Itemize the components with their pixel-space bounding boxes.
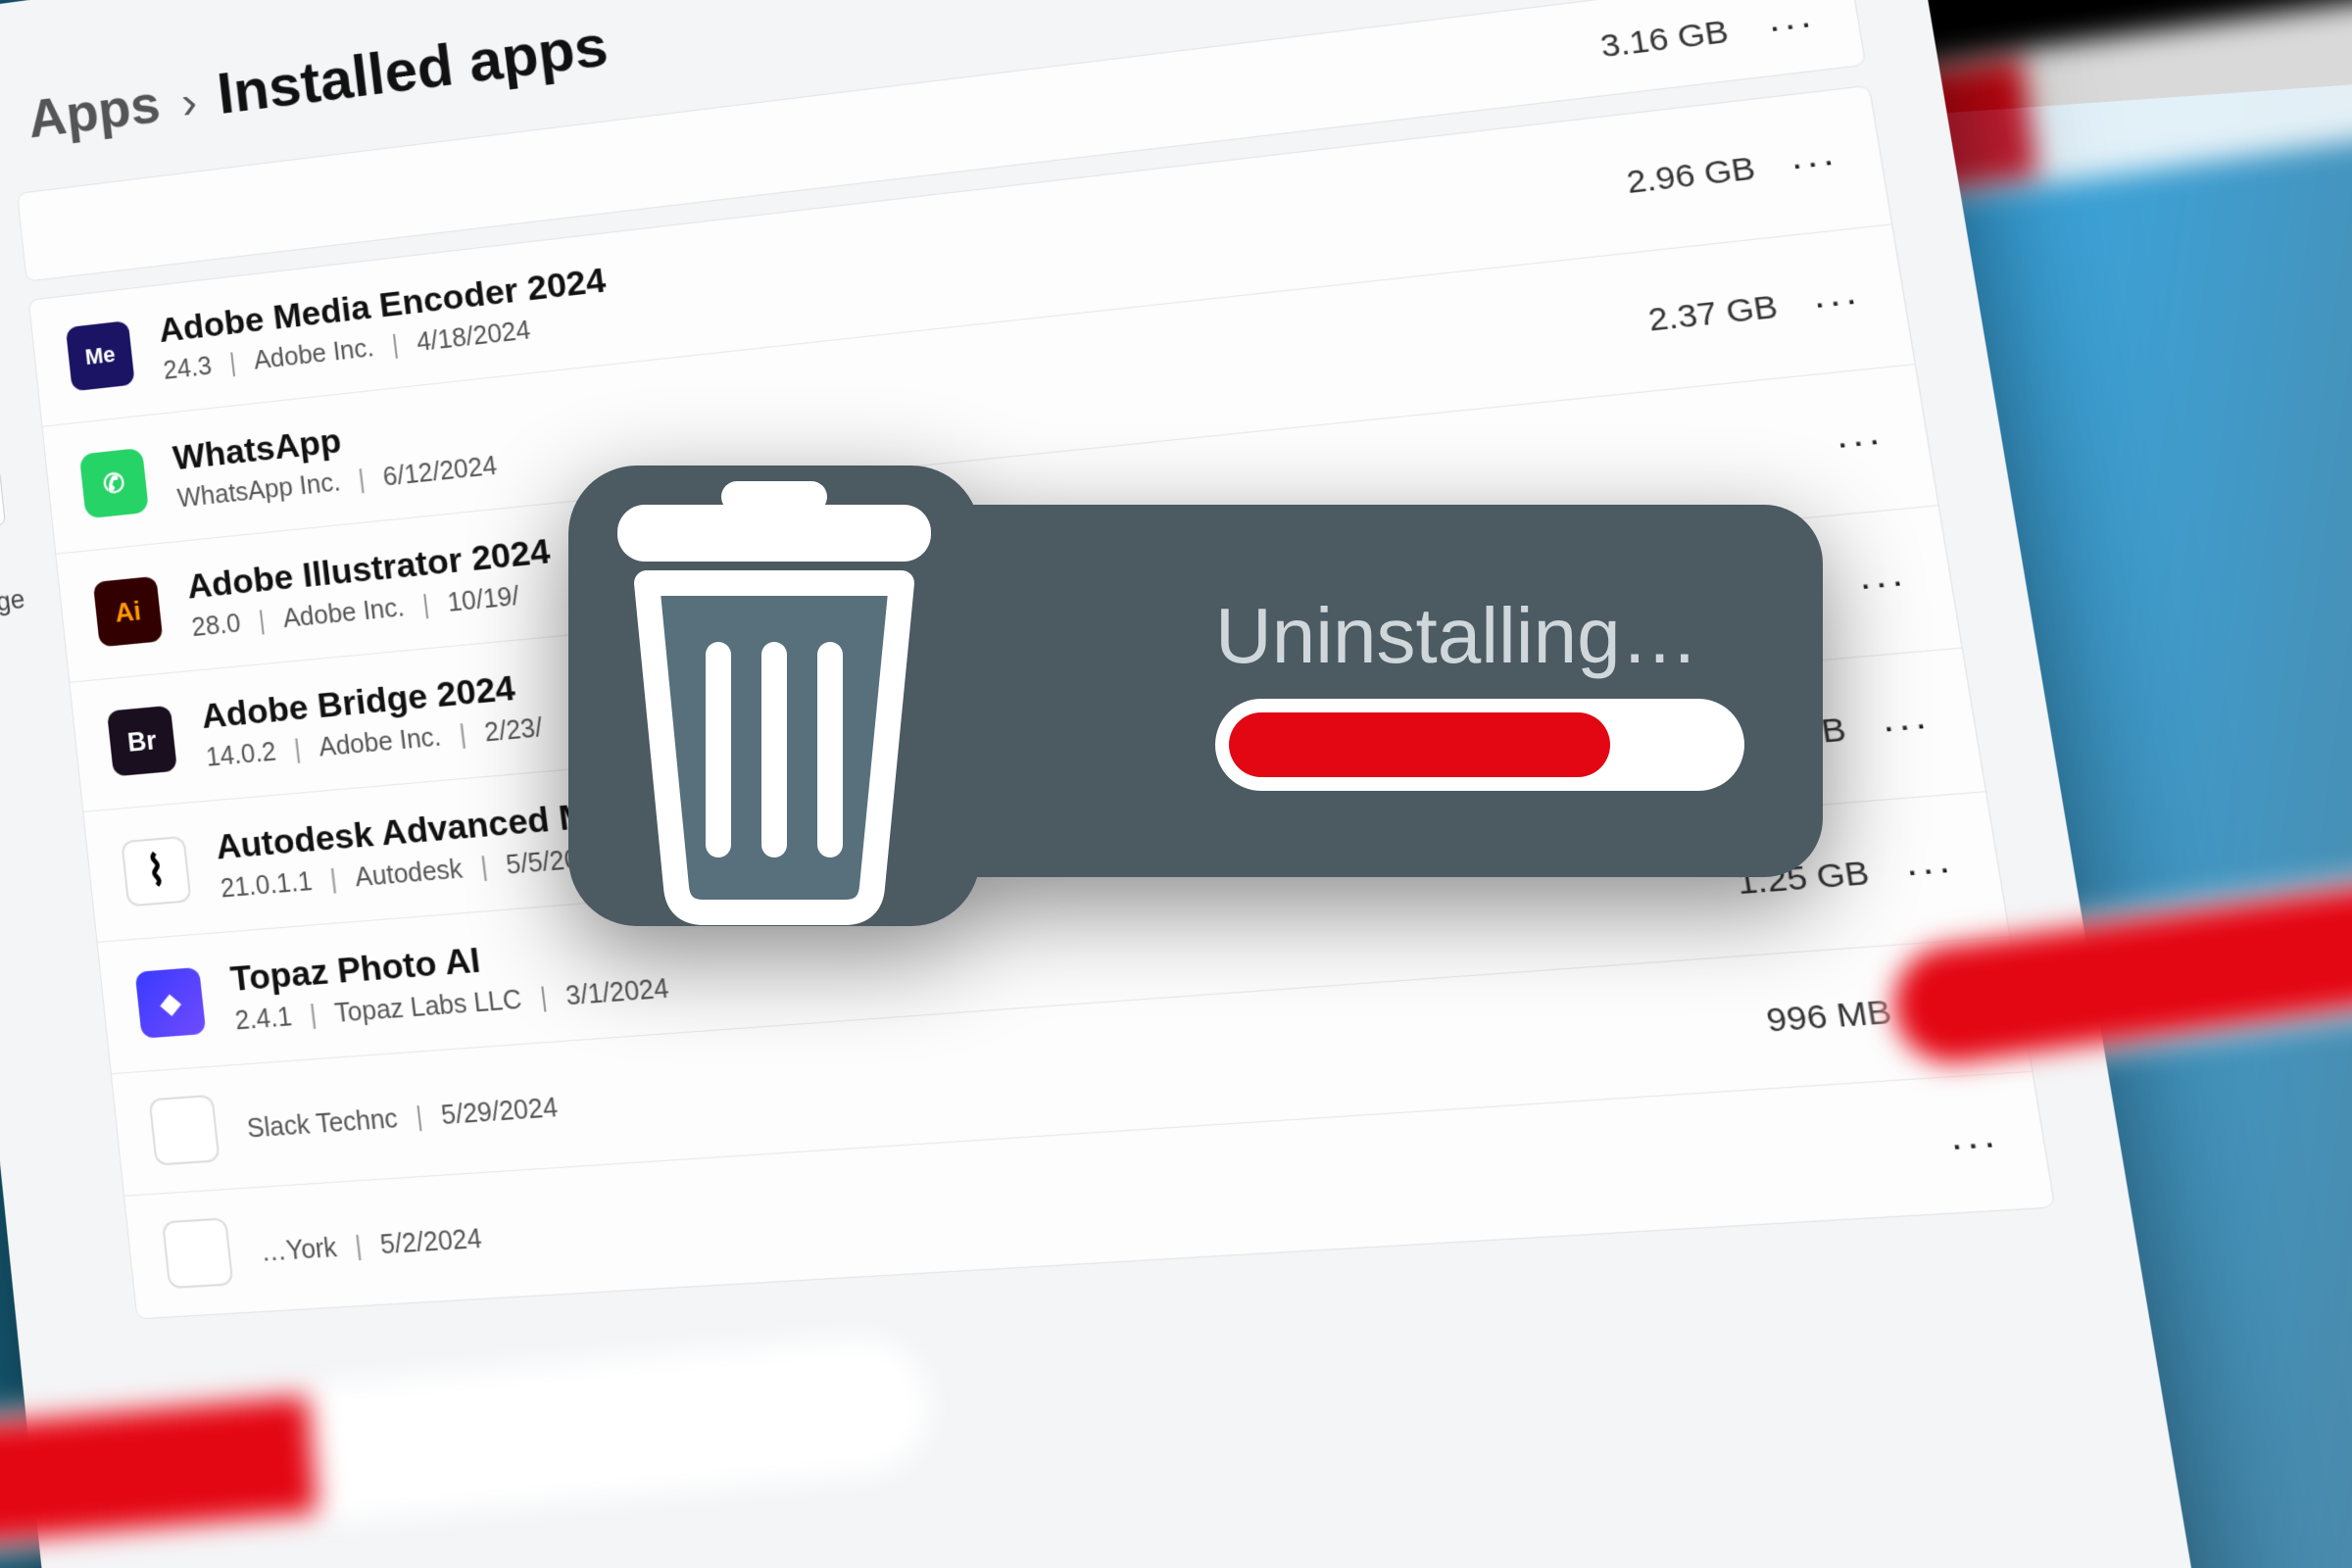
uninstall-progress-bar [1215,699,1744,791]
search-icon[interactable]: 🔍 [0,469,6,531]
app-more-options-button[interactable]: ··· [1832,417,1886,466]
chevron-right-icon: › [178,74,199,128]
app-icon [149,1095,220,1166]
app-icon: ⌇ [121,836,191,907]
app-size: 2.96 GB [1624,151,1758,202]
app-more-options-button[interactable]: ··· [1787,138,1840,186]
app-size: 2.37 GB [1645,289,1780,340]
app-more-options-button[interactable]: ··· [1901,845,1957,893]
breadcrumb-parent[interactable]: Apps [25,73,164,150]
uninstall-progress-fill [1229,712,1610,777]
app-size: 996 MB [1764,994,1894,1041]
app-more-options-button[interactable]: ··· [1878,702,1934,750]
app-icon: Br [107,706,177,777]
trash-icon [549,436,1000,946]
app-icon: Me [66,320,135,391]
more-options-button[interactable]: ··· [1764,1,1818,49]
uninstall-status-text: Uninstalling… [1215,591,1744,681]
app-icon [162,1217,234,1289]
app-more-options-button[interactable]: ··· [1809,277,1864,325]
app-icon: ✆ [79,448,149,519]
page-title: Installed apps [214,11,612,127]
uninstalling-overlay: Uninstalling… [549,490,1823,892]
app-icon: ◆ [135,967,207,1039]
app-more-options-button[interactable]: ··· [1946,1119,2003,1167]
app-icon: Ai [93,576,164,648]
app-more-options-button[interactable]: ··· [1855,559,1910,607]
sidebar-language-label: iguage [0,583,26,624]
summary-size: 3.16 GB [1598,14,1732,66]
